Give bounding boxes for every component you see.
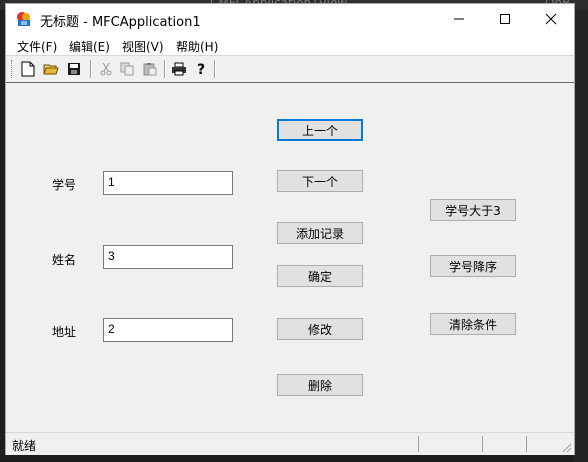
help-icon: ? xyxy=(197,62,205,77)
sort-id-desc-button[interactable]: 学号降序 xyxy=(430,255,516,277)
minimize-icon xyxy=(454,18,464,20)
status-pane xyxy=(418,436,481,452)
status-pane xyxy=(482,436,525,452)
add-record-button[interactable]: 添加记录 xyxy=(277,222,363,244)
help-button[interactable]: ? xyxy=(192,59,212,79)
menu-edit[interactable]: 编辑(E) xyxy=(69,38,110,55)
filter-id-gt3-button[interactable]: 学号大于3 xyxy=(430,199,516,221)
form-view: 学号 1 姓名 3 地址 2 上一个 下一个 添加记录 确定 修改 删除 学号大… xyxy=(6,82,574,433)
maximize-button[interactable] xyxy=(482,4,528,34)
status-bar: 就绪 xyxy=(6,432,574,455)
cut-icon xyxy=(100,62,112,76)
name-label: 姓名 xyxy=(52,253,77,267)
confirm-button[interactable]: 确定 xyxy=(277,265,363,287)
app-window: 无标题 - MFCApplication1 文件(F) 编辑(E) 视图(V) … xyxy=(5,3,575,455)
paste-button[interactable] xyxy=(140,59,160,79)
address-label: 地址 xyxy=(52,325,77,339)
name-field[interactable]: 3 xyxy=(103,245,233,269)
copy-button[interactable] xyxy=(117,59,137,79)
copy-icon xyxy=(120,62,134,76)
print-button[interactable] xyxy=(169,59,189,79)
address-field[interactable]: 2 xyxy=(103,318,233,342)
ide-right-panel xyxy=(574,10,588,462)
toolbar-grip[interactable] xyxy=(11,60,14,78)
new-file-button[interactable] xyxy=(18,59,38,79)
modify-button[interactable]: 修改 xyxy=(277,318,363,340)
menu-bar: 文件(F) 编辑(E) 视图(V) 帮助(H) xyxy=(6,34,574,55)
resize-grip-icon[interactable] xyxy=(560,441,572,453)
prev-button[interactable]: 上一个 xyxy=(277,119,363,141)
id-label: 学号 xyxy=(52,178,77,192)
title-bar[interactable]: 无标题 - MFCApplication1 xyxy=(6,4,574,34)
status-text: 就绪 xyxy=(12,439,37,453)
toolbar: ? xyxy=(6,55,574,83)
close-button[interactable] xyxy=(528,4,574,34)
next-button[interactable]: 下一个 xyxy=(277,170,363,192)
cut-button[interactable] xyxy=(96,59,116,79)
print-icon xyxy=(172,62,186,76)
clear-conditions-button[interactable]: 清除条件 xyxy=(430,313,516,335)
close-icon xyxy=(545,13,557,25)
save-button[interactable] xyxy=(64,59,84,79)
open-button[interactable] xyxy=(41,59,61,79)
window-title: 无标题 - MFCApplication1 xyxy=(40,15,201,30)
minimize-button[interactable] xyxy=(436,4,482,34)
paste-icon xyxy=(143,63,157,76)
save-icon xyxy=(68,63,80,75)
new-file-icon xyxy=(21,61,35,77)
toolbar-separator xyxy=(90,60,92,78)
toolbar-separator xyxy=(164,60,166,78)
maximize-icon xyxy=(500,14,510,24)
delete-button[interactable]: 删除 xyxy=(277,374,363,396)
svg-text:?: ? xyxy=(197,62,205,77)
open-folder-icon xyxy=(43,64,59,75)
menu-help[interactable]: 帮助(H) xyxy=(176,38,218,55)
toolbar-separator xyxy=(214,60,216,78)
menu-file[interactable]: 文件(F) xyxy=(17,38,57,55)
id-field[interactable]: 1 xyxy=(103,171,233,195)
app-icon xyxy=(17,12,30,26)
status-pane xyxy=(526,436,555,452)
menu-view[interactable]: 视图(V) xyxy=(122,38,164,55)
